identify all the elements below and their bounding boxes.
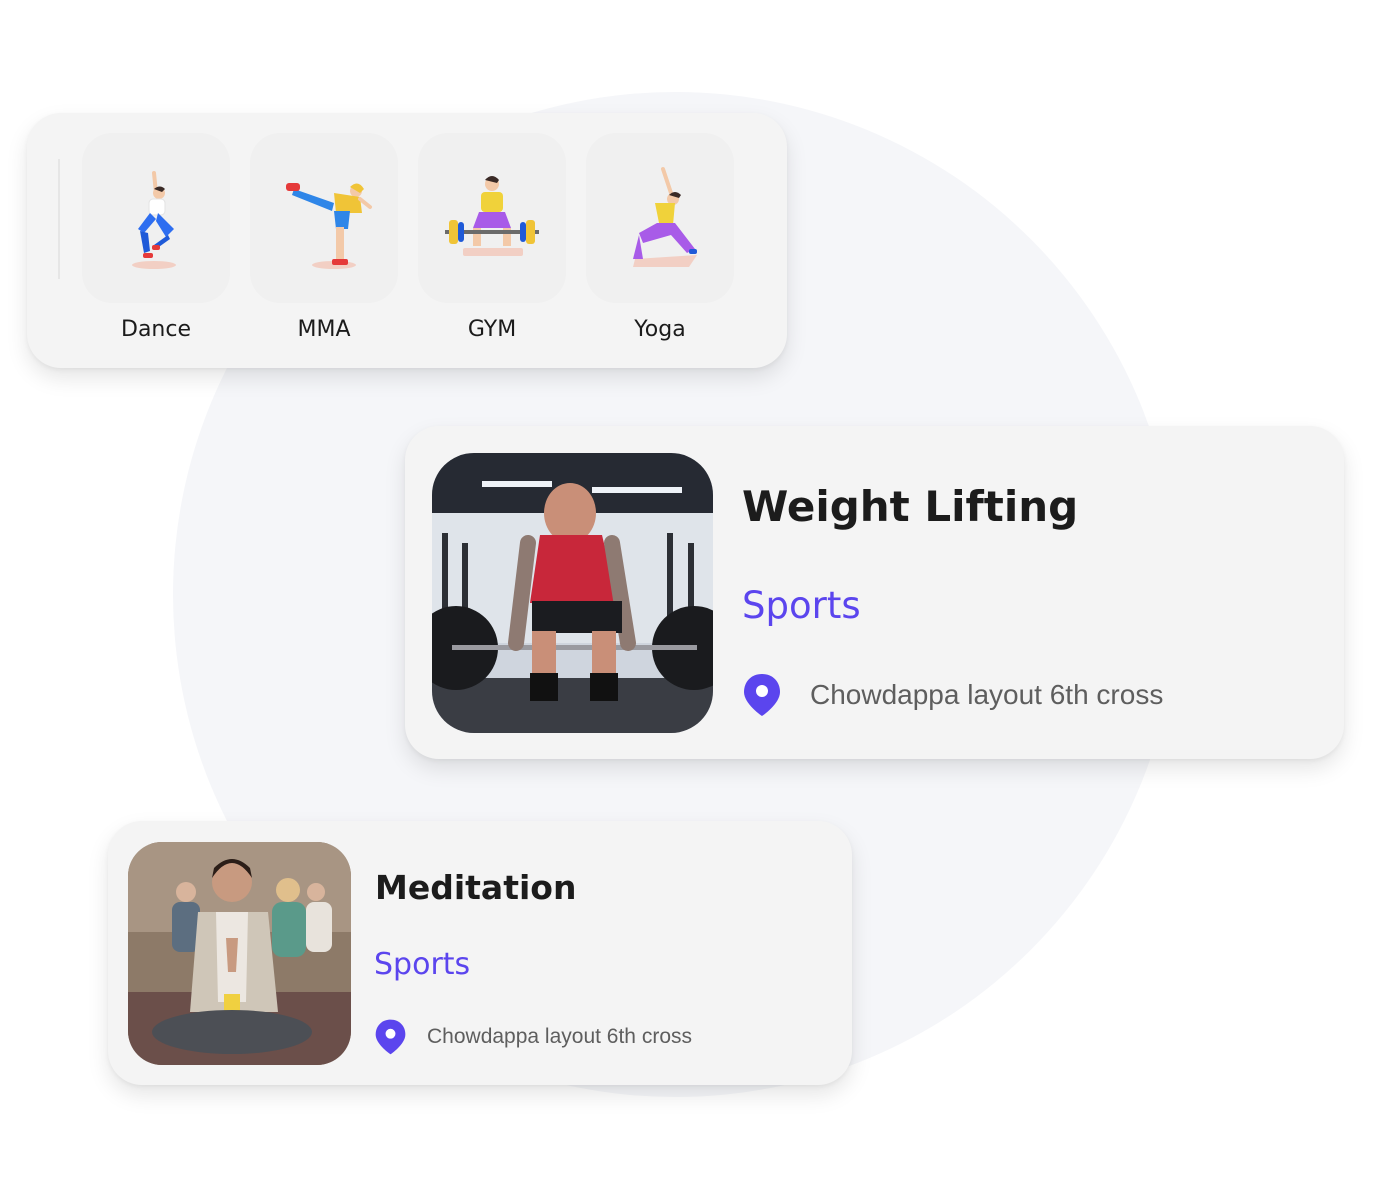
weightlifter-illustration-icon <box>445 176 539 256</box>
category-label: GYM <box>467 317 517 342</box>
yoga-illustration-icon <box>633 167 697 267</box>
event-title: Weight Lifting <box>742 482 1079 531</box>
category-yoga[interactable]: Yoga <box>586 133 734 342</box>
category-card: Dance MMA GYM Yoga <box>27 113 787 368</box>
event-location: Chowdappa layout 6th cross <box>374 1018 692 1056</box>
event-card-meditation[interactable]: Meditation Sports Chowdappa layout 6th c… <box>108 821 852 1085</box>
mma-fighter-illustration-icon <box>286 183 372 269</box>
category-label: Dance <box>121 317 191 342</box>
map-pin-icon <box>375 1019 406 1055</box>
map-pin-icon <box>744 674 780 716</box>
event-title: Meditation <box>375 868 577 907</box>
event-photo <box>432 453 713 733</box>
location-text: Chowdappa layout 6th cross <box>427 1025 692 1048</box>
scroll-divider <box>58 159 60 279</box>
category-mma[interactable]: MMA <box>250 133 398 342</box>
event-card-weight-lifting[interactable]: Weight Lifting Sports Chowdappa layout 6… <box>405 426 1344 759</box>
category-tile[interactable] <box>82 133 230 303</box>
category-label: Yoga <box>634 317 686 342</box>
event-category[interactable]: Sports <box>374 947 470 982</box>
category-tile[interactable] <box>418 133 566 303</box>
event-category[interactable]: Sports <box>742 584 861 627</box>
category-tile[interactable] <box>250 133 398 303</box>
dancer-illustration-icon <box>132 171 176 269</box>
event-photo <box>128 842 351 1065</box>
location-text: Chowdappa layout 6th cross <box>810 679 1164 710</box>
category-dance[interactable]: Dance <box>82 133 230 342</box>
category-tile[interactable] <box>586 133 734 303</box>
category-label: MMA <box>297 317 351 342</box>
category-gym[interactable]: GYM <box>418 133 566 342</box>
event-location: Chowdappa layout 6th cross <box>742 672 1163 718</box>
